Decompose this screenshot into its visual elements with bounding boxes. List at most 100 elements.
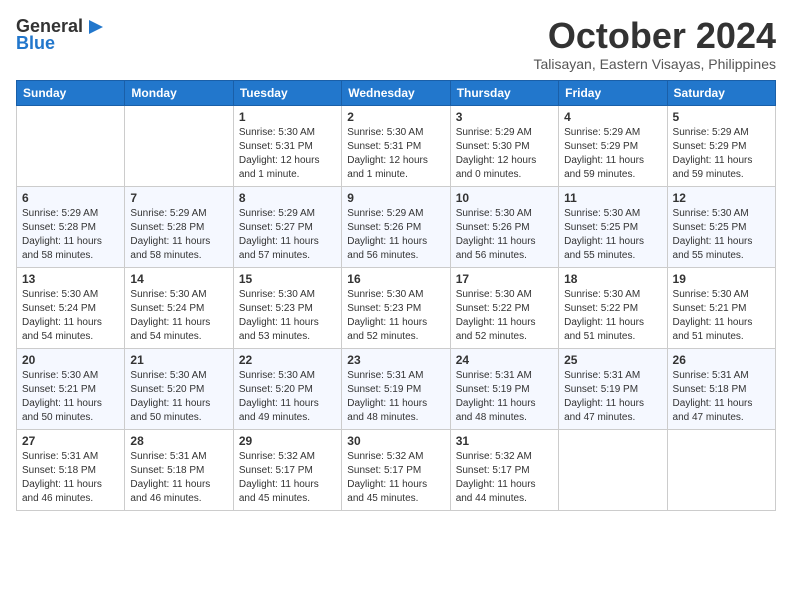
calendar-cell: 20 Sunrise: 5:30 AMSunset: 5:21 PMDayligh… [17, 348, 125, 429]
day-detail: Sunrise: 5:30 AMSunset: 5:25 PMDaylight:… [564, 207, 661, 263]
week-row: 6 Sunrise: 5:29 AMSunset: 5:28 PMDaylight… [17, 186, 776, 267]
header-saturday: Saturday [667, 80, 775, 105]
calendar-cell: 15Sunrise: 5:30 AMSunset: 5:23 PMDayligh… [233, 267, 341, 348]
calendar-cell: 30 Sunrise: 5:32 AMSunset: 5:17 PMDayligh… [342, 429, 450, 510]
day-number: 26 [673, 353, 770, 367]
day-number: 29 [239, 434, 336, 448]
calendar-cell: 13 Sunrise: 5:30 AMSunset: 5:24 PMDayligh… [17, 267, 125, 348]
calendar-cell: 11Sunrise: 5:30 AMSunset: 5:25 PMDayligh… [559, 186, 667, 267]
day-number: 7 [130, 191, 227, 205]
header-row: SundayMondayTuesdayWednesdayThursdayFrid… [17, 80, 776, 105]
day-number: 24 [456, 353, 553, 367]
calendar-cell: 29 Sunrise: 5:32 AMSunset: 5:17 PMDayligh… [233, 429, 341, 510]
day-detail: Sunrise: 5:29 AMSunset: 5:28 PMDaylight:… [22, 207, 119, 263]
calendar-cell: 9 Sunrise: 5:29 AMSunset: 5:26 PMDaylight… [342, 186, 450, 267]
calendar-cell: 14 Sunrise: 5:30 AMSunset: 5:24 PMDayligh… [125, 267, 233, 348]
calendar-cell: 7 Sunrise: 5:29 AMSunset: 5:28 PMDaylight… [125, 186, 233, 267]
week-row: 27 Sunrise: 5:31 AMSunset: 5:18 PMDayligh… [17, 429, 776, 510]
day-number: 4 [564, 110, 661, 124]
day-number: 30 [347, 434, 444, 448]
calendar-cell: 27 Sunrise: 5:31 AMSunset: 5:18 PMDayligh… [17, 429, 125, 510]
day-number: 27 [22, 434, 119, 448]
day-number: 20 [22, 353, 119, 367]
day-number: 13 [22, 272, 119, 286]
day-detail: Sunrise: 5:29 AMSunset: 5:27 PMDaylight:… [239, 207, 336, 263]
day-detail: Sunrise: 5:31 AMSunset: 5:19 PMDaylight:… [564, 369, 661, 425]
day-detail: Sunrise: 5:30 AMSunset: 5:24 PMDaylight:… [130, 288, 227, 344]
day-detail: Sunrise: 5:31 AMSunset: 5:18 PMDaylight:… [130, 450, 227, 506]
logo: General Blue [16, 16, 107, 54]
calendar-cell [125, 105, 233, 186]
header-tuesday: Tuesday [233, 80, 341, 105]
logo-blue-text: Blue [16, 33, 55, 54]
day-detail: Sunrise: 5:30 AMSunset: 5:23 PMDaylight:… [347, 288, 444, 344]
day-detail: Sunrise: 5:30 AMSunset: 5:25 PMDaylight:… [673, 207, 770, 263]
day-number: 5 [673, 110, 770, 124]
calendar-cell: 26Sunrise: 5:31 AMSunset: 5:18 PMDayligh… [667, 348, 775, 429]
calendar-cell [667, 429, 775, 510]
calendar-cell: 22 Sunrise: 5:30 AMSunset: 5:20 PMDayligh… [233, 348, 341, 429]
month-title: October 2024 [533, 16, 776, 56]
calendar-cell: 3Sunrise: 5:29 AMSunset: 5:30 PMDaylight… [450, 105, 558, 186]
page-header: General Blue October 2024 Talisayan, Eas… [16, 16, 776, 72]
calendar-cell: 24 Sunrise: 5:31 AMSunset: 5:19 PMDayligh… [450, 348, 558, 429]
calendar-body: 1 Sunrise: 5:30 AMSunset: 5:31 PMDaylight… [17, 105, 776, 510]
calendar-cell: 16 Sunrise: 5:30 AMSunset: 5:23 PMDayligh… [342, 267, 450, 348]
day-number: 15 [239, 272, 336, 286]
day-number: 19 [673, 272, 770, 286]
day-number: 17 [456, 272, 553, 286]
day-number: 6 [22, 191, 119, 205]
day-detail: Sunrise: 5:31 AMSunset: 5:19 PMDaylight:… [456, 369, 553, 425]
day-detail: Sunrise: 5:30 AMSunset: 5:20 PMDaylight:… [130, 369, 227, 425]
day-number: 22 [239, 353, 336, 367]
calendar-cell: 21 Sunrise: 5:30 AMSunset: 5:20 PMDayligh… [125, 348, 233, 429]
calendar-cell: 17 Sunrise: 5:30 AMSunset: 5:22 PMDayligh… [450, 267, 558, 348]
day-number: 28 [130, 434, 227, 448]
header-wednesday: Wednesday [342, 80, 450, 105]
week-row: 20 Sunrise: 5:30 AMSunset: 5:21 PMDayligh… [17, 348, 776, 429]
header-monday: Monday [125, 80, 233, 105]
calendar-cell: 5 Sunrise: 5:29 AMSunset: 5:29 PMDaylight… [667, 105, 775, 186]
day-detail: Sunrise: 5:31 AMSunset: 5:18 PMDaylight:… [22, 450, 119, 506]
calendar-cell: 4 Sunrise: 5:29 AMSunset: 5:29 PMDaylight… [559, 105, 667, 186]
location: Talisayan, Eastern Visayas, Philippines [533, 56, 776, 72]
calendar-cell: 25 Sunrise: 5:31 AMSunset: 5:19 PMDayligh… [559, 348, 667, 429]
day-detail: Sunrise: 5:29 AMSunset: 5:29 PMDaylight:… [564, 126, 661, 182]
title-block: October 2024 Talisayan, Eastern Visayas,… [533, 16, 776, 72]
week-row: 13 Sunrise: 5:30 AMSunset: 5:24 PMDayligh… [17, 267, 776, 348]
day-number: 21 [130, 353, 227, 367]
day-detail: Sunrise: 5:30 AMSunset: 5:31 PMDaylight:… [239, 126, 336, 182]
header-thursday: Thursday [450, 80, 558, 105]
calendar-cell: 10Sunrise: 5:30 AMSunset: 5:26 PMDayligh… [450, 186, 558, 267]
day-detail: Sunrise: 5:29 AMSunset: 5:26 PMDaylight:… [347, 207, 444, 263]
day-number: 12 [673, 191, 770, 205]
day-detail: Sunrise: 5:29 AMSunset: 5:29 PMDaylight:… [673, 126, 770, 182]
day-detail: Sunrise: 5:30 AMSunset: 5:26 PMDaylight:… [456, 207, 553, 263]
day-number: 16 [347, 272, 444, 286]
calendar-cell: 18Sunrise: 5:30 AMSunset: 5:22 PMDayligh… [559, 267, 667, 348]
header-friday: Friday [559, 80, 667, 105]
day-detail: Sunrise: 5:30 AMSunset: 5:21 PMDaylight:… [673, 288, 770, 344]
calendar-cell: 28 Sunrise: 5:31 AMSunset: 5:18 PMDayligh… [125, 429, 233, 510]
day-number: 9 [347, 191, 444, 205]
day-number: 3 [456, 110, 553, 124]
day-number: 1 [239, 110, 336, 124]
day-detail: Sunrise: 5:30 AMSunset: 5:24 PMDaylight:… [22, 288, 119, 344]
day-detail: Sunrise: 5:32 AMSunset: 5:17 PMDaylight:… [239, 450, 336, 506]
day-number: 25 [564, 353, 661, 367]
calendar-cell: 19 Sunrise: 5:30 AMSunset: 5:21 PMDayligh… [667, 267, 775, 348]
day-detail: Sunrise: 5:32 AMSunset: 5:17 PMDaylight:… [456, 450, 553, 506]
day-detail: Sunrise: 5:29 AMSunset: 5:28 PMDaylight:… [130, 207, 227, 263]
day-number: 14 [130, 272, 227, 286]
day-number: 8 [239, 191, 336, 205]
logo-icon [85, 18, 107, 36]
day-detail: Sunrise: 5:30 AMSunset: 5:21 PMDaylight:… [22, 369, 119, 425]
day-number: 23 [347, 353, 444, 367]
day-detail: Sunrise: 5:30 AMSunset: 5:20 PMDaylight:… [239, 369, 336, 425]
calendar-table: SundayMondayTuesdayWednesdayThursdayFrid… [16, 80, 776, 511]
day-detail: Sunrise: 5:30 AMSunset: 5:31 PMDaylight:… [347, 126, 444, 182]
day-detail: Sunrise: 5:30 AMSunset: 5:22 PMDaylight:… [456, 288, 553, 344]
day-detail: Sunrise: 5:32 AMSunset: 5:17 PMDaylight:… [347, 450, 444, 506]
day-number: 18 [564, 272, 661, 286]
day-number: 2 [347, 110, 444, 124]
